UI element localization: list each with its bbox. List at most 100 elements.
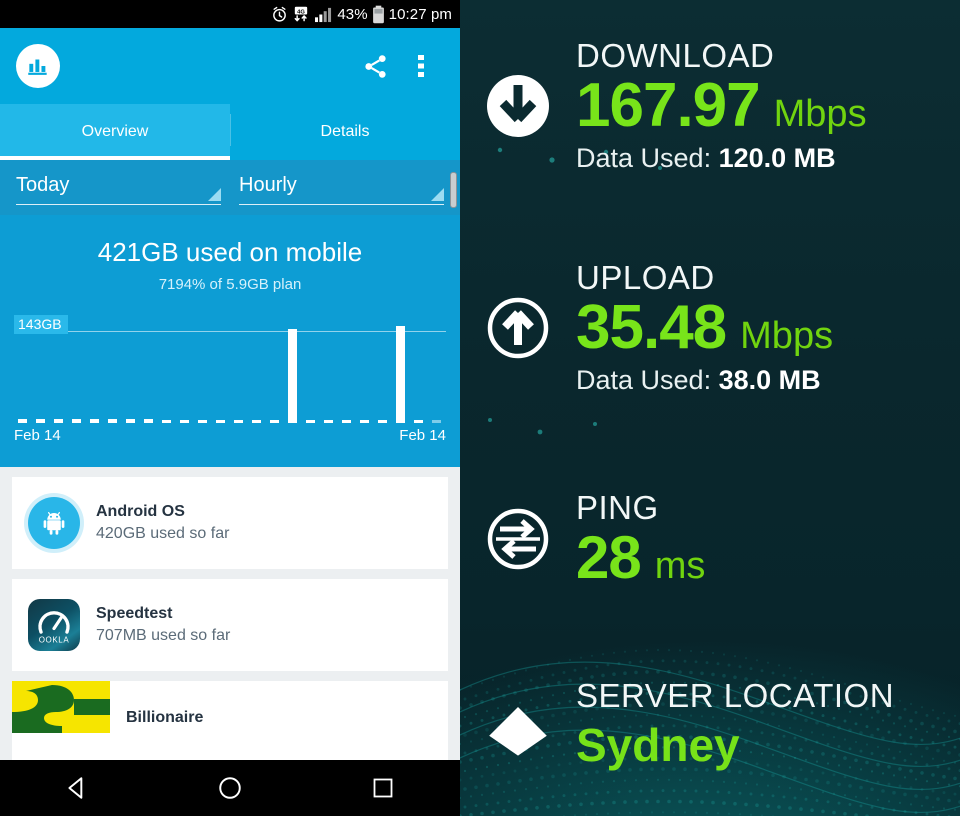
upload-row: UPLOAD 35.48 Mbps Data Used: 38.0 MB bbox=[460, 212, 960, 444]
home-button[interactable] bbox=[194, 760, 266, 816]
chart-bar bbox=[377, 420, 387, 423]
server-location-body: SERVER LOCATION Sydney bbox=[576, 678, 960, 772]
chart-bar bbox=[143, 419, 153, 423]
chart-bar bbox=[125, 419, 135, 423]
share-icon[interactable] bbox=[352, 43, 398, 89]
chevron-down-icon bbox=[208, 188, 221, 201]
server-location-row: SERVER LOCATION Sydney bbox=[460, 634, 960, 816]
app-usage: 420GB used so far bbox=[96, 525, 230, 542]
download-row: DOWNLOAD 167.97 Mbps Data Used: 120.0 MB bbox=[460, 0, 960, 212]
chart-bar bbox=[305, 420, 315, 423]
list-item[interactable]: Android OS 420GB used so far bbox=[12, 477, 448, 569]
chart-bar bbox=[197, 420, 207, 423]
chart-bar bbox=[161, 420, 171, 423]
tab-bar: Overview Details bbox=[0, 104, 460, 160]
ookla-speedtest-icon: OOKLA bbox=[28, 599, 80, 651]
chart-bar bbox=[341, 420, 351, 423]
granularity-spinner-value: Hourly bbox=[239, 174, 297, 196]
ping-unit: ms bbox=[654, 544, 706, 587]
chart-bar bbox=[107, 419, 117, 423]
download-value-group: 167.97 Mbps bbox=[576, 75, 960, 137]
upload-value: 35.48 bbox=[576, 293, 727, 363]
period-spinner[interactable]: Today bbox=[16, 174, 221, 205]
chart-date-end: Feb 14 bbox=[399, 427, 446, 444]
chevron-down-icon bbox=[431, 188, 444, 201]
upload-data-used-value: 38.0 MB bbox=[718, 365, 821, 396]
granularity-spinner[interactable]: Hourly bbox=[239, 174, 444, 205]
upload-data-used: Data Used: 38.0 MB bbox=[576, 365, 960, 396]
chart-bar bbox=[413, 420, 423, 423]
chart-bar bbox=[269, 420, 279, 423]
recents-button[interactable] bbox=[347, 760, 419, 816]
usage-bar-chart: 143GB bbox=[14, 313, 446, 423]
status-bar: 4G 43% 10:27 pm bbox=[0, 0, 460, 28]
battery-percent-label: 43% bbox=[337, 5, 368, 23]
download-data-used-prefix: Data Used: bbox=[576, 143, 719, 174]
chart-bar bbox=[287, 329, 297, 423]
chart-bar bbox=[251, 420, 261, 423]
tab-overview[interactable]: Overview bbox=[0, 104, 230, 160]
android-nav-bar bbox=[0, 760, 460, 816]
ping-value: 28 bbox=[576, 523, 642, 591]
billionaire-icon bbox=[12, 681, 110, 733]
ping-value-group: 28 ms bbox=[576, 523, 960, 591]
4g-icon: 4G bbox=[292, 6, 310, 23]
app-bar bbox=[0, 28, 460, 104]
alarm-icon bbox=[271, 6, 288, 23]
upload-value-group: 35.48 Mbps bbox=[576, 297, 960, 359]
svg-text:OOKLA: OOKLA bbox=[39, 636, 70, 645]
chart-bar bbox=[431, 420, 441, 423]
upload-label: UPLOAD bbox=[576, 258, 715, 296]
chart-bar bbox=[35, 419, 45, 423]
back-button[interactable] bbox=[41, 760, 113, 816]
download-data-used-value: 120.0 MB bbox=[718, 143, 836, 174]
download-body: DOWNLOAD 167.97 Mbps Data Used: 120.0 MB bbox=[576, 38, 960, 175]
android-os-icon bbox=[28, 497, 80, 549]
period-spinner-value: Today bbox=[16, 174, 70, 196]
speedtest-result-screen: DOWNLOAD 167.97 Mbps Data Used: 120.0 MB bbox=[460, 0, 960, 816]
server-marker-icon bbox=[482, 685, 554, 765]
chart-bar bbox=[17, 419, 27, 423]
download-arrow-icon bbox=[482, 70, 554, 142]
screenshot-root: 4G 43% 10:27 pm Overview Details Today H… bbox=[0, 0, 960, 816]
chart-bar bbox=[71, 419, 81, 423]
app-usage-list: Android OS 420GB used so far OOKLA Speed… bbox=[0, 467, 460, 773]
speedtest-metrics: DOWNLOAD 167.97 Mbps Data Used: 120.0 MB bbox=[460, 0, 960, 816]
ping-row: PING 28 ms bbox=[460, 444, 960, 634]
chart-bar bbox=[323, 420, 333, 423]
bar-series bbox=[14, 323, 446, 423]
filter-row: Today Hourly bbox=[0, 160, 460, 215]
tab-overview-label: Overview bbox=[81, 123, 149, 140]
chart-bar bbox=[215, 420, 225, 423]
server-location-city: Sydney bbox=[576, 718, 740, 771]
download-unit: Mbps bbox=[773, 93, 867, 136]
bar-chart-logo-icon bbox=[16, 44, 60, 88]
chart-date-start: Feb 14 bbox=[14, 427, 61, 444]
overflow-menu-icon[interactable] bbox=[398, 43, 444, 89]
chart-bar bbox=[233, 420, 243, 423]
chart-bar bbox=[179, 420, 189, 423]
ping-arrows-icon bbox=[482, 503, 554, 575]
server-location-label: SERVER LOCATION bbox=[576, 677, 895, 715]
upload-unit: Mbps bbox=[740, 315, 834, 358]
list-item-text: Speedtest 707MB used so far bbox=[96, 605, 230, 645]
chart-bar bbox=[359, 420, 369, 423]
list-item-text: Billionaire bbox=[126, 681, 203, 727]
scrollbar-thumb[interactable] bbox=[450, 172, 457, 208]
tab-details[interactable]: Details bbox=[230, 104, 460, 160]
download-value: 167.97 bbox=[576, 71, 761, 141]
app-usage: 707MB used so far bbox=[96, 627, 231, 644]
app-name: Billionaire bbox=[126, 709, 204, 726]
clock-label: 10:27 pm bbox=[388, 5, 452, 23]
signal-icon bbox=[314, 6, 333, 23]
download-data-used: Data Used: 120.0 MB bbox=[576, 143, 960, 174]
upload-arrow-icon bbox=[482, 292, 554, 364]
list-item[interactable]: OOKLA Speedtest 707MB used so far bbox=[12, 579, 448, 671]
app-name: Android OS bbox=[96, 503, 185, 520]
ping-body: PING 28 ms bbox=[576, 490, 960, 588]
battery-icon bbox=[372, 5, 385, 24]
ping-label: PING bbox=[576, 489, 659, 527]
app-name: Speedtest bbox=[96, 605, 173, 622]
upload-data-used-prefix: Data Used: bbox=[576, 365, 719, 396]
download-label: DOWNLOAD bbox=[576, 36, 775, 74]
